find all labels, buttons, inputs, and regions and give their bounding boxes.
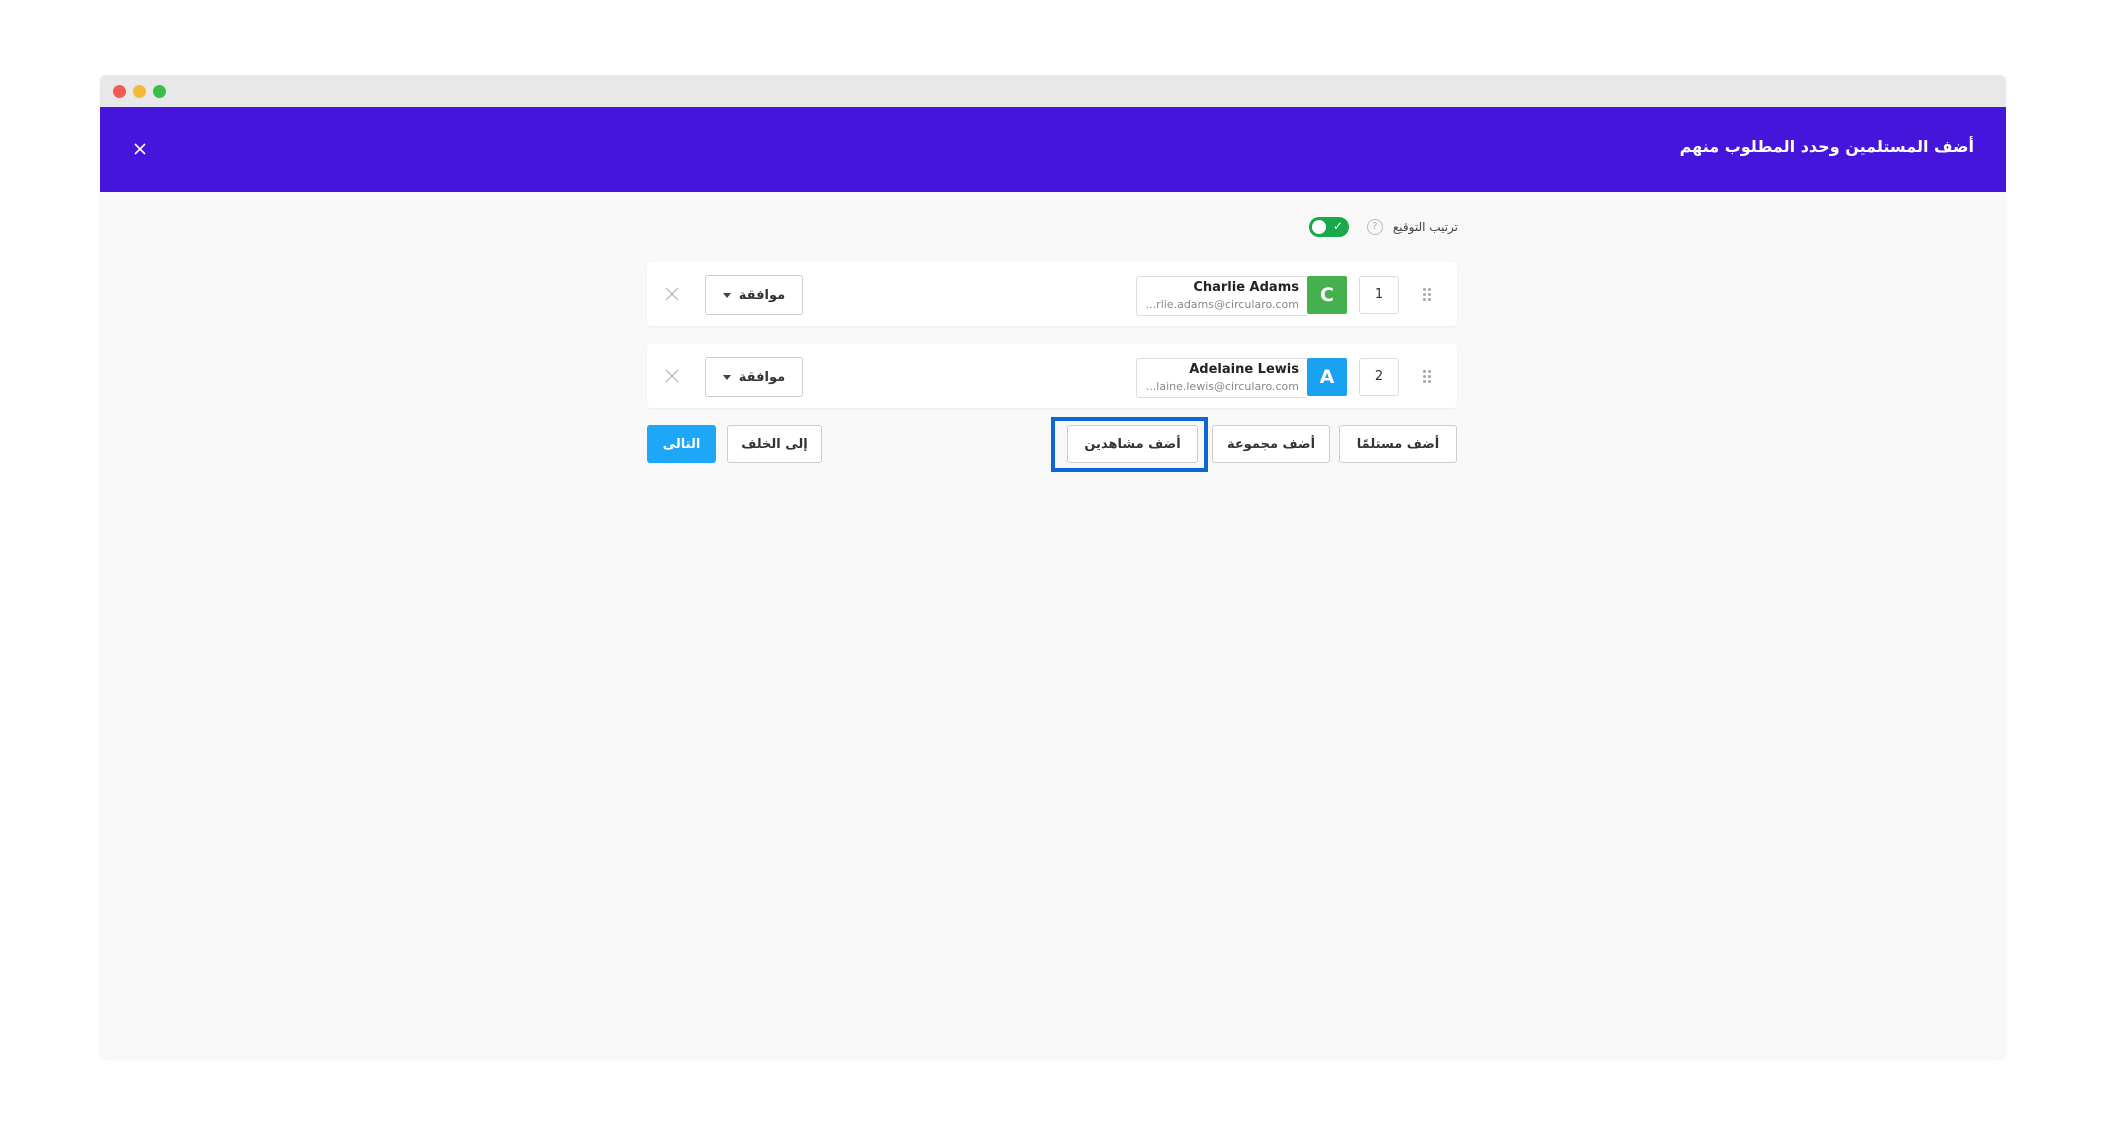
next-button[interactable]: التالى bbox=[647, 425, 716, 463]
action-dropdown[interactable]: موافقة bbox=[705, 275, 803, 315]
toggle-knob bbox=[1311, 220, 1326, 234]
add-group-button[interactable]: أضف مجموعة bbox=[1212, 425, 1330, 463]
caret-down-icon bbox=[722, 374, 731, 380]
add-recipient-button[interactable]: أضف مستلمًا bbox=[1339, 425, 1457, 463]
back-button[interactable]: إلى الخلف bbox=[727, 425, 822, 463]
recipient-row: 2 A Adelaine Lewis ...laine.lewis@circul… bbox=[647, 344, 1457, 408]
add-viewers-button[interactable]: أضف مشاهدين bbox=[1067, 425, 1198, 463]
recipient-field[interactable]: Adelaine Lewis ...laine.lewis@circularo.… bbox=[1136, 358, 1307, 398]
app-window: أضف المستلمين وحدد المطلوب منهم ترتيب ال… bbox=[100, 75, 2006, 1058]
action-dropdown[interactable]: موافقة bbox=[705, 357, 803, 397]
dialog-header: أضف المستلمين وحدد المطلوب منهم bbox=[100, 107, 2006, 192]
drag-handle-icon[interactable] bbox=[1423, 286, 1433, 302]
signing-order-toggle[interactable]: ✓ bbox=[1308, 217, 1349, 237]
recipient-row: 1 C Charlie Adams ...rlie.adams@circular… bbox=[647, 262, 1457, 326]
remove-recipient-icon[interactable] bbox=[663, 285, 681, 303]
avatar: A bbox=[1307, 358, 1347, 396]
avatar: C bbox=[1307, 276, 1347, 314]
help-icon[interactable]: ? bbox=[1366, 219, 1383, 235]
check-icon: ✓ bbox=[1332, 219, 1343, 233]
close-icon[interactable] bbox=[128, 137, 152, 161]
maximize-window-dot[interactable] bbox=[153, 85, 166, 98]
recipient-email: ...rlie.adams@circularo.com bbox=[1145, 298, 1299, 311]
recipient-email: ...laine.lewis@circularo.com bbox=[1145, 380, 1299, 393]
dialog-title: أضف المستلمين وحدد المطلوب منهم bbox=[1679, 137, 1974, 156]
minimize-window-dot[interactable] bbox=[133, 85, 146, 98]
recipient-name: Charlie Adams bbox=[1193, 280, 1299, 295]
action-label: موافقة bbox=[738, 369, 786, 385]
recipient-field[interactable]: Charlie Adams ...rlie.adams@circularo.co… bbox=[1136, 276, 1307, 316]
remove-recipient-icon[interactable] bbox=[663, 367, 681, 385]
caret-down-icon bbox=[722, 292, 731, 298]
window-titlebar bbox=[100, 75, 2006, 107]
close-window-dot[interactable] bbox=[113, 85, 126, 98]
signing-order-number[interactable]: 2 bbox=[1359, 358, 1399, 396]
signing-order-row: ترتيب التوقيع ? ✓ bbox=[1308, 215, 1458, 239]
recipient-name: Adelaine Lewis bbox=[1189, 362, 1299, 377]
drag-handle-icon[interactable] bbox=[1423, 368, 1433, 384]
action-label: موافقة bbox=[738, 287, 786, 303]
signing-order-label: ترتيب التوقيع bbox=[1392, 220, 1458, 234]
signing-order-number[interactable]: 1 bbox=[1359, 276, 1399, 314]
